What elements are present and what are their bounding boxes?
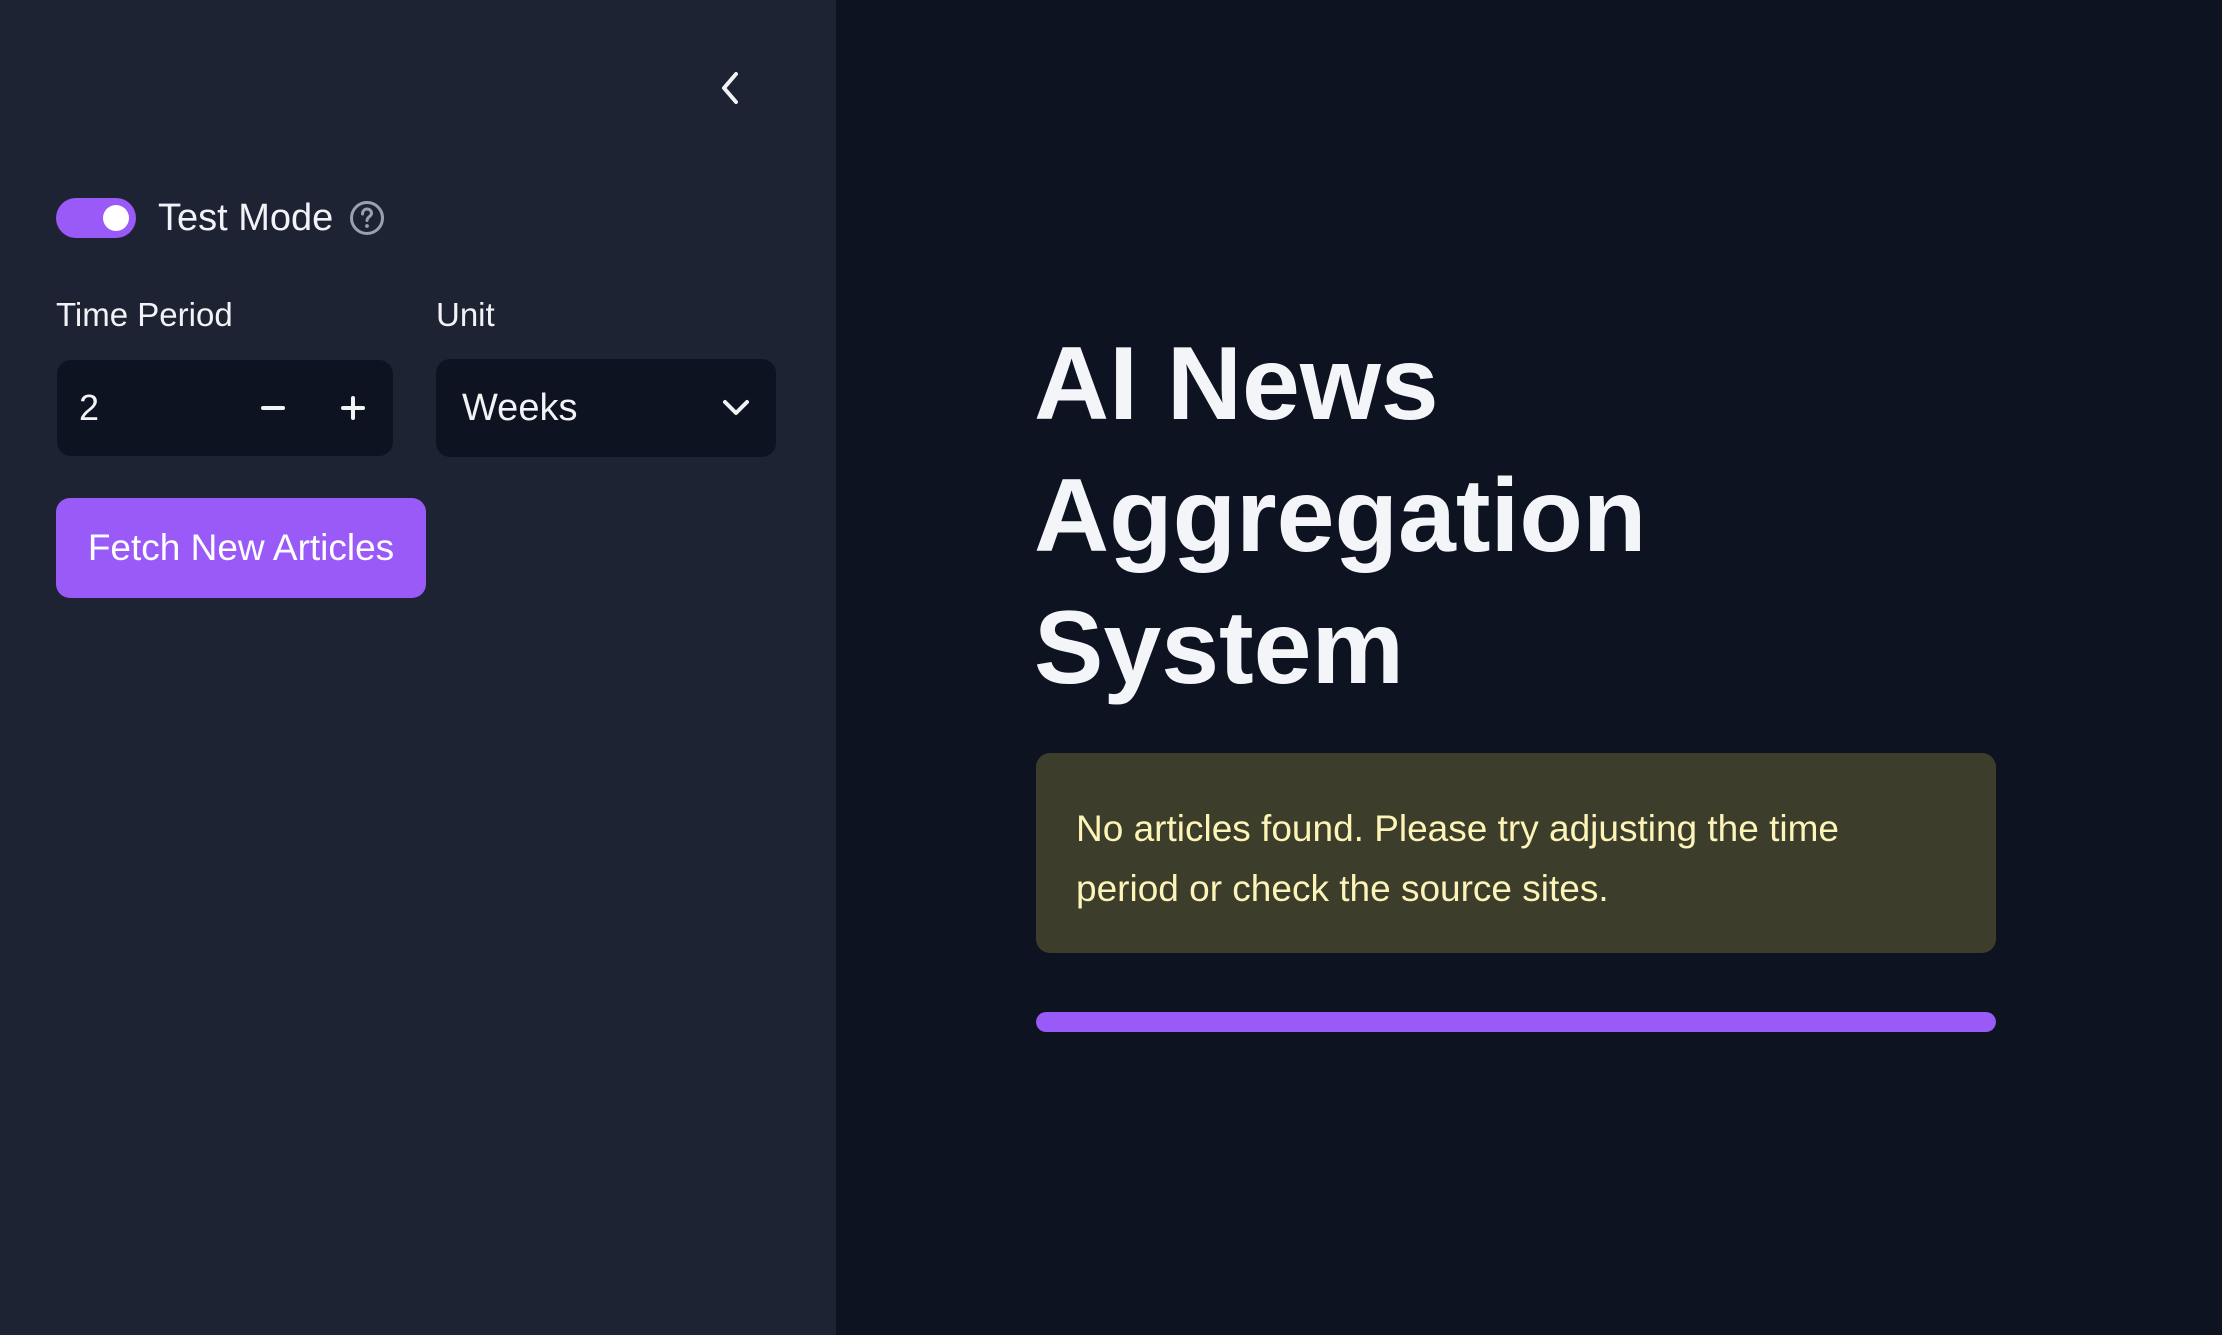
decrement-button[interactable]: [233, 360, 313, 456]
plus-icon: [341, 396, 365, 420]
fetch-new-articles-button[interactable]: Fetch New Articles: [56, 498, 426, 598]
test-mode-label: Test Mode: [158, 196, 334, 239]
minus-icon: [261, 406, 285, 410]
main-content: AI News Aggregation System No articles f…: [836, 0, 2222, 1335]
chevron-left-icon: [722, 72, 738, 104]
warning-alert: No articles found. Please try adjusting …: [1036, 753, 1996, 953]
time-period-input: 2: [57, 360, 393, 456]
sidebar: Test Mode Time Period Unit 2 Weeks Fetch…: [0, 0, 836, 1335]
unit-selected-value: Weeks: [462, 386, 578, 429]
unit-select[interactable]: Weeks: [436, 359, 776, 457]
question-circle-icon[interactable]: [349, 200, 385, 236]
progress-fill: [1036, 1012, 1996, 1032]
alert-message: No articles found. Please try adjusting …: [1076, 808, 1839, 909]
page-title: AI News Aggregation System: [1034, 326, 1647, 706]
chevron-down-icon: [723, 400, 749, 415]
time-period-value[interactable]: 2: [57, 387, 233, 429]
test-mode-toggle[interactable]: [56, 198, 136, 238]
unit-label: Unit: [436, 296, 495, 333]
collapse-sidebar-button[interactable]: [705, 60, 755, 116]
progress-bar: [1036, 1012, 1996, 1032]
increment-button[interactable]: [313, 360, 393, 456]
test-mode-row: Test Mode: [56, 190, 385, 246]
app-window: Test Mode Time Period Unit 2 Weeks Fetch…: [0, 0, 2222, 1335]
time-period-label: Time Period: [56, 296, 233, 333]
toggle-knob: [103, 205, 129, 231]
